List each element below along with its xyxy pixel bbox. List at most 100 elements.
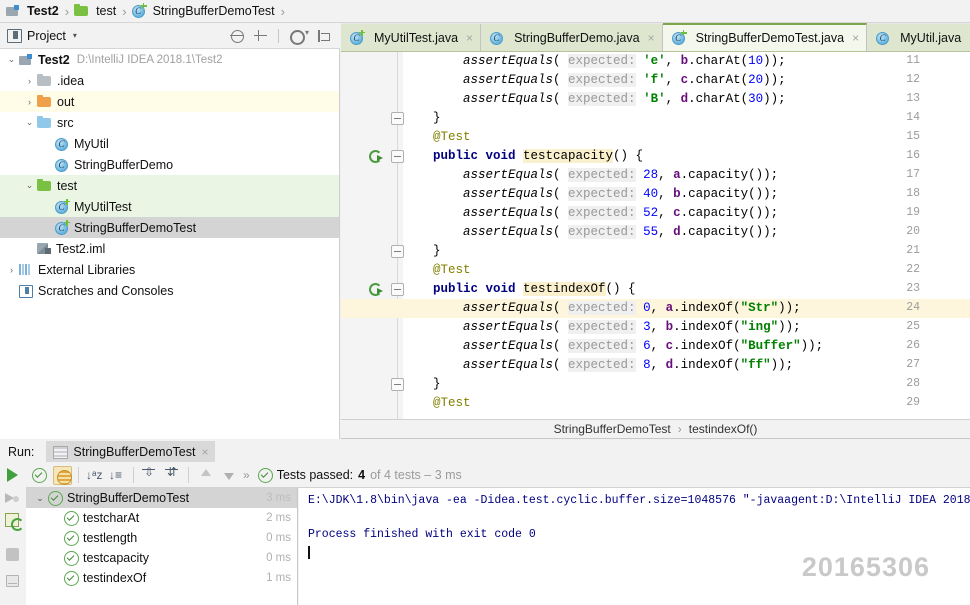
- test-result-row[interactable]: testlength0 ms: [26, 528, 297, 548]
- project-tree[interactable]: ⌄Test2D:\IntelliJ IDEA 2018.1\Test2›.ide…: [0, 49, 340, 439]
- expand-arrow-icon[interactable]: ›: [22, 76, 37, 86]
- expand-arrow-icon[interactable]: ⌄: [22, 180, 37, 191]
- console-output[interactable]: E:\JDK\1.8\bin\java -ea -Didea.test.cycl…: [299, 488, 970, 605]
- close-icon[interactable]: ×: [466, 31, 473, 45]
- code-line[interactable]: assertEquals( expected: 3, b.indexOf("in…: [403, 318, 970, 337]
- code-line[interactable]: }: [403, 242, 970, 261]
- code-line[interactable]: }: [403, 109, 970, 128]
- collapse-all-button[interactable]: [163, 466, 182, 485]
- breadcrumb-separator: ›: [281, 4, 285, 19]
- tree-node-test[interactable]: ⌄test: [0, 175, 339, 196]
- test-duration: 1 ms: [266, 572, 291, 584]
- console-caret: [308, 546, 310, 559]
- code-line[interactable]: assertEquals( expected: 'B', d.charAt(30…: [403, 90, 970, 109]
- expand-arrow-icon[interactable]: ›: [4, 265, 19, 275]
- rerun-failed-tests-button[interactable]: [4, 489, 23, 508]
- code-line[interactable]: @Test: [403, 128, 970, 147]
- close-icon[interactable]: ×: [648, 31, 655, 45]
- tree-node-stringbufferdemotest[interactable]: CStringBufferDemoTest: [0, 217, 339, 238]
- expand-all-button[interactable]: [140, 466, 159, 485]
- test-results-tree[interactable]: ⌄StringBufferDemoTest3 mstestcharAt2 mst…: [26, 488, 298, 605]
- breadcrumb-separator: ›: [65, 4, 69, 19]
- folder-green-icon: [74, 5, 89, 17]
- arrow-down-icon: [224, 473, 234, 480]
- editor-gutter[interactable]: [341, 52, 403, 419]
- tree-node-test2[interactable]: ⌄Test2D:\IntelliJ IDEA 2018.1\Test2: [0, 49, 339, 70]
- show-passed-button[interactable]: [30, 466, 49, 485]
- show-ignored-button[interactable]: [53, 466, 72, 485]
- fold-column: [397, 52, 398, 419]
- run-left-toolbar[interactable]: [0, 463, 26, 605]
- chevron-down-icon[interactable]: ▾: [73, 31, 77, 40]
- gear-icon[interactable]: [289, 29, 307, 43]
- expand-all-button[interactable]: [254, 29, 268, 43]
- expand-arrow-icon[interactable]: ›: [22, 97, 37, 107]
- expand-arrow-icon[interactable]: ⌄: [32, 493, 48, 504]
- tree-node-label: MyUtil: [74, 137, 109, 151]
- breadcrumb-class[interactable]: StringBufferDemoTest: [554, 422, 671, 436]
- code-line[interactable]: assertEquals( expected: 'f', c.charAt(20…: [403, 71, 970, 90]
- editor-breadcrumb[interactable]: StringBufferDemoTest › testindexOf(): [341, 419, 970, 439]
- stop-button[interactable]: [4, 546, 23, 565]
- editor-tab-myutiltest-java[interactable]: CMyUtilTest.java×: [341, 24, 481, 51]
- collapse-all-button[interactable]: [230, 29, 244, 43]
- close-icon[interactable]: ×: [201, 445, 208, 459]
- passed-icon: [64, 551, 78, 565]
- tree-node-src[interactable]: ⌄src: [0, 112, 339, 133]
- tree-node-external-libraries[interactable]: ›External Libraries: [0, 259, 339, 280]
- code-line[interactable]: assertEquals( expected: 28, a.capacity()…: [403, 166, 970, 185]
- expand-arrow-icon[interactable]: ⌄: [22, 117, 37, 128]
- sort-alphabetically-button[interactable]: ↓ᵃz: [85, 466, 104, 485]
- passed-icon: [258, 468, 272, 482]
- test-result-row[interactable]: ⌄StringBufferDemoTest3 ms: [26, 488, 297, 508]
- code-line[interactable]: assertEquals( expected: 40, b.capacity()…: [403, 185, 970, 204]
- code-line[interactable]: public void testindexOf() {: [403, 280, 970, 299]
- editor-tab-bar[interactable]: CMyUtilTest.java×CStringBufferDemo.java×…: [341, 23, 970, 51]
- chevron-double-right-icon[interactable]: »: [243, 468, 250, 482]
- hide-panel-button[interactable]: [317, 29, 331, 43]
- breadcrumb-item-folder[interactable]: test: [74, 0, 118, 22]
- tree-node-myutil[interactable]: CMyUtil: [0, 133, 339, 154]
- code-line[interactable]: assertEquals( expected: 55, d.capacity()…: [403, 223, 970, 242]
- run-test-gutter-icon[interactable]: [369, 150, 383, 164]
- code-line[interactable]: assertEquals( expected: 8, d.indexOf("ff…: [403, 356, 970, 375]
- code-line[interactable]: assertEquals( expected: 0, a.indexOf("St…: [403, 299, 970, 318]
- code-line[interactable]: assertEquals( expected: 6, c.indexOf("Bu…: [403, 337, 970, 356]
- test-duration: 2 ms: [266, 512, 291, 524]
- breadcrumb-method[interactable]: testindexOf(): [689, 422, 758, 436]
- editor-tab-myutil-java[interactable]: CMyUtil.java×: [867, 24, 970, 51]
- test-result-row[interactable]: testcharAt2 ms: [26, 508, 297, 528]
- dump-threads-button[interactable]: [4, 573, 23, 592]
- test-result-row[interactable]: testindexOf1 ms: [26, 568, 297, 588]
- tree-node-test2-iml[interactable]: Test2.iml: [0, 238, 339, 259]
- editor-tab-label: MyUtilTest.java: [374, 31, 458, 45]
- code-line[interactable]: @Test: [403, 394, 970, 413]
- tree-node-idea[interactable]: ›.idea: [0, 70, 339, 91]
- tree-node-stringbufferdemo[interactable]: CStringBufferDemo: [0, 154, 339, 175]
- code-editor[interactable]: 11 assertEquals( expected: 'e', b.charAt…: [341, 51, 970, 419]
- test-result-row[interactable]: testcapacity0 ms: [26, 548, 297, 568]
- toggle-auto-test-button[interactable]: [4, 512, 23, 531]
- project-tool-window-title[interactable]: Project: [27, 29, 66, 43]
- expand-arrow-icon[interactable]: ⌄: [4, 54, 19, 65]
- editor-tab-stringbufferdemotest-java[interactable]: CStringBufferDemoTest.java×: [663, 23, 867, 51]
- code-line[interactable]: @Test: [403, 261, 970, 280]
- tree-node-myutiltest[interactable]: CMyUtilTest: [0, 196, 339, 217]
- breadcrumb-item-module[interactable]: Test2: [6, 0, 61, 22]
- test-results-toolbar[interactable]: ↓ᵃz ↓≡ » Tests passed: 4 of 4 tests – 3 …: [26, 463, 970, 488]
- tree-node-scratches-and-consoles[interactable]: Scratches and Consoles: [0, 280, 339, 301]
- next-test-button[interactable]: [218, 466, 237, 485]
- prev-test-button[interactable]: [195, 466, 214, 485]
- sort-by-duration-button[interactable]: ↓≡: [108, 466, 127, 485]
- code-line[interactable]: public void testcapacity() {: [403, 147, 970, 166]
- run-test-gutter-icon[interactable]: [369, 283, 383, 297]
- tree-node-out[interactable]: ›out: [0, 91, 339, 112]
- code-line[interactable]: }: [403, 375, 970, 394]
- code-line[interactable]: assertEquals( expected: 'e', b.charAt(10…: [403, 52, 970, 71]
- run-tab[interactable]: StringBufferDemoTest ×: [46, 441, 215, 462]
- editor-tab-stringbufferdemo-java[interactable]: CStringBufferDemo.java×: [481, 24, 663, 51]
- rerun-button[interactable]: [4, 466, 23, 485]
- breadcrumb-item-class[interactable]: C StringBufferDemoTest: [132, 0, 277, 22]
- code-line[interactable]: assertEquals( expected: 52, c.capacity()…: [403, 204, 970, 223]
- close-icon[interactable]: ×: [852, 31, 859, 45]
